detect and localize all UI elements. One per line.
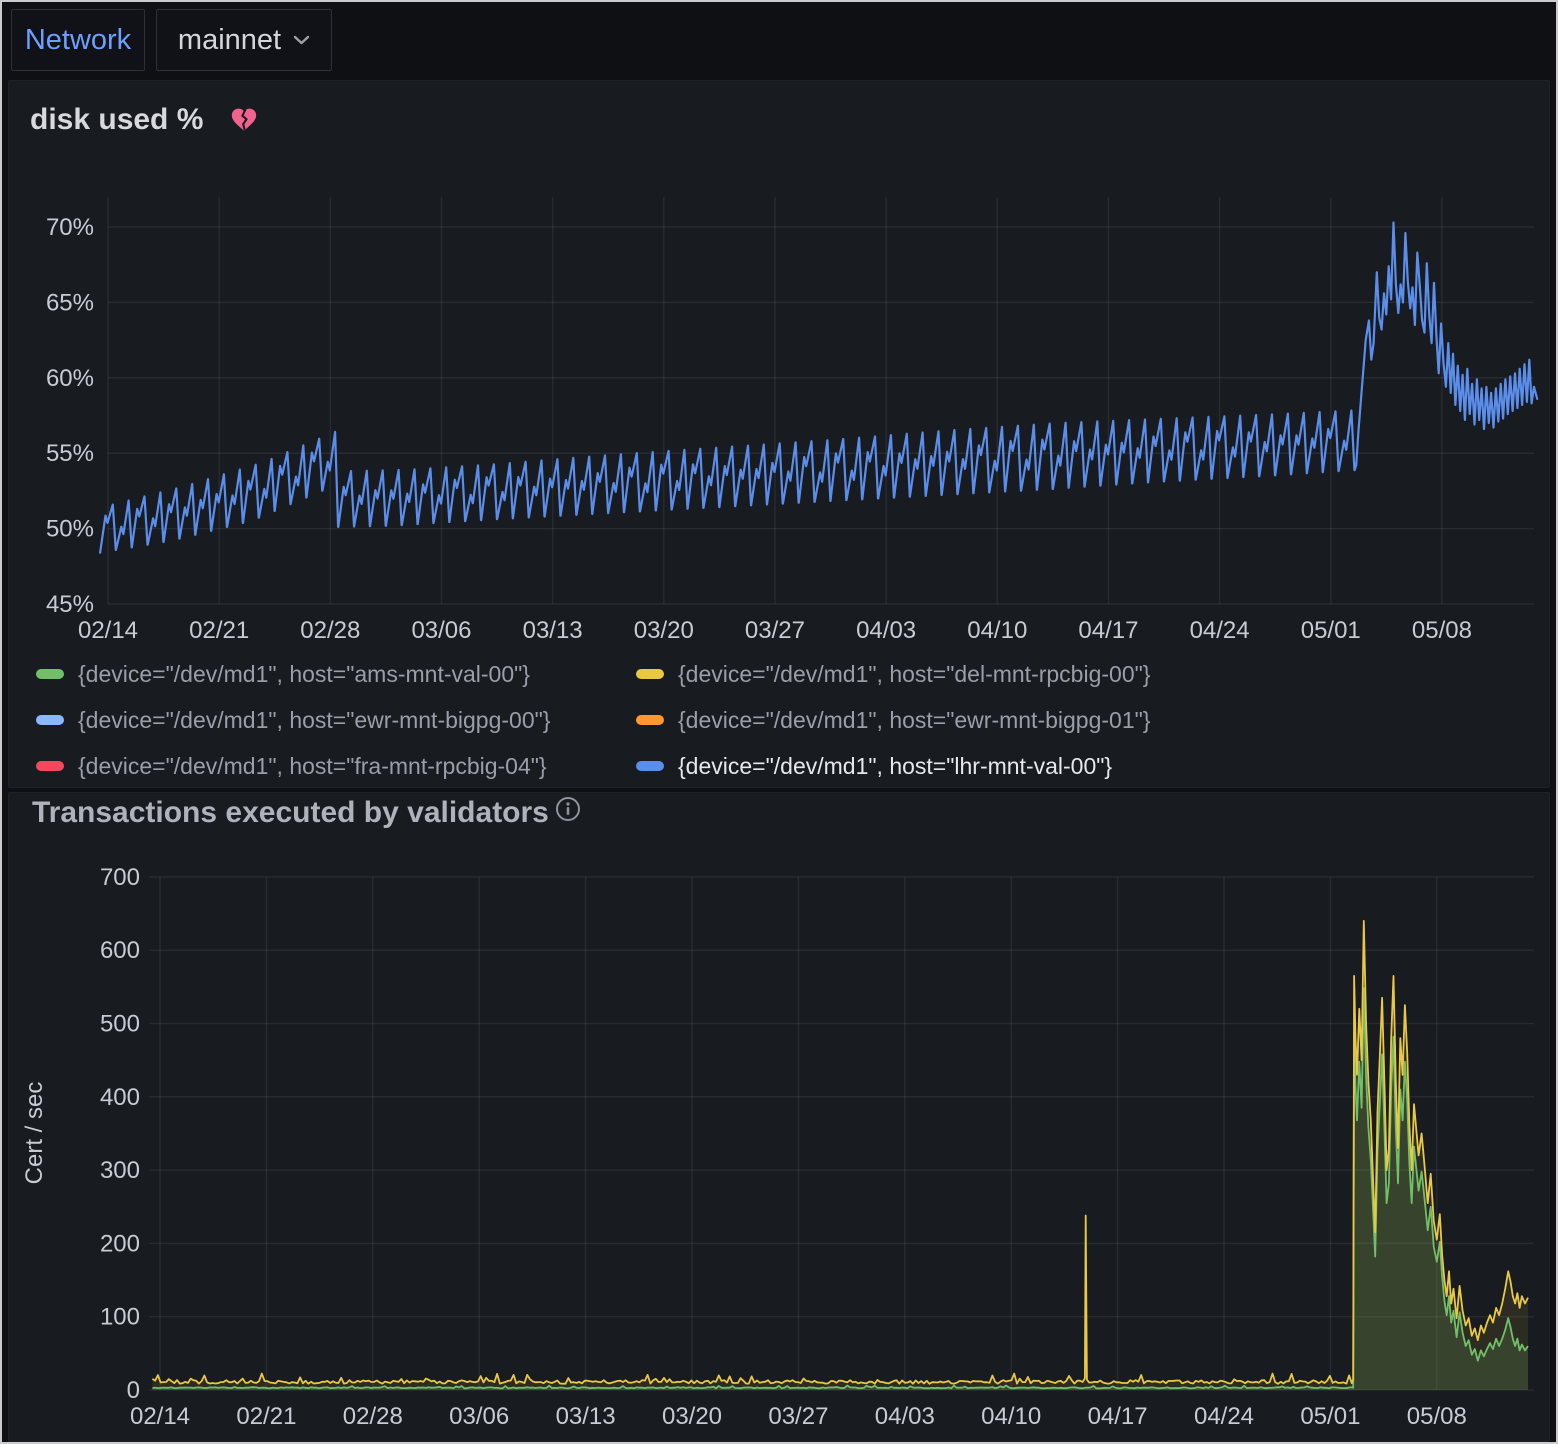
series-yellow	[152, 921, 1528, 1384]
network-variable-select[interactable]: mainnet	[156, 9, 332, 71]
network-variable-label: Network	[25, 24, 131, 57]
svg-text:400: 400	[100, 1084, 140, 1111]
svg-text:03/27: 03/27	[745, 617, 805, 644]
transactions-chart[interactable]: 0 100 200 300 400 500 600 700 02/14 02/21 02/28 03/…	[2, 837, 1558, 1443]
svg-text:04/10: 04/10	[981, 1403, 1041, 1430]
svg-text:60%: 60%	[46, 365, 94, 392]
svg-text:45%: 45%	[46, 591, 94, 618]
panel-transactions: Transactions executed by validators 0 100…	[8, 792, 1550, 1442]
svg-text:02/14: 02/14	[78, 617, 138, 644]
panel-transactions-title[interactable]: Transactions executed by validators	[32, 796, 549, 830]
legend-swatch	[36, 669, 64, 679]
legend-label: {device="/dev/md1", host="fra-mnt-rpcbig…	[78, 753, 547, 780]
svg-text:50%: 50%	[46, 516, 94, 543]
info-icon[interactable]	[555, 796, 581, 822]
legend-swatch	[636, 715, 664, 725]
svg-text:05/01: 05/01	[1301, 617, 1361, 644]
legend-label: {device="/dev/md1", host="del-mnt-rpcbig…	[678, 661, 1150, 688]
legend-label: {device="/dev/md1", host="ewr-mnt-bigpg-…	[678, 707, 1150, 734]
chevron-down-icon	[293, 35, 310, 45]
svg-text:200: 200	[100, 1230, 140, 1257]
legend-item-ams-mnt-val-00[interactable]: {device="/dev/md1", host="ams-mnt-val-00…	[36, 661, 636, 688]
svg-text:02/21: 02/21	[236, 1403, 296, 1430]
legend-swatch	[636, 669, 664, 679]
grid	[108, 197, 1534, 604]
axis-labels: 0 100 200 300 400 500 600 700 02/14 02/21 02/28 03/…	[21, 864, 1467, 1430]
svg-text:600: 600	[100, 937, 140, 964]
svg-text:04/10: 04/10	[967, 617, 1027, 644]
legend-swatch	[36, 715, 64, 725]
svg-text:03/13: 03/13	[556, 1403, 616, 1430]
legend-item-fra-mnt-rpcbig-04[interactable]: {device="/dev/md1", host="fra-mnt-rpcbig…	[36, 753, 636, 780]
axis-labels: 45% 50% 55% 60% 65% 70% 02/14 02/21 02/28 03/06 03…	[46, 214, 1472, 644]
svg-text:04/24: 04/24	[1190, 617, 1250, 644]
legend-swatch	[36, 761, 64, 771]
svg-text:02/28: 02/28	[343, 1403, 403, 1430]
svg-text:300: 300	[100, 1157, 140, 1184]
disk-used-legend: {device="/dev/md1", host="ams-mnt-val-00…	[36, 651, 1150, 789]
svg-text:65%: 65%	[46, 289, 94, 316]
svg-text:02/21: 02/21	[189, 617, 249, 644]
svg-text:0: 0	[127, 1377, 140, 1404]
grid	[149, 877, 1534, 1390]
svg-text:04/17: 04/17	[1088, 1403, 1148, 1430]
legend-label: {device="/dev/md1", host="ams-mnt-val-00…	[78, 661, 530, 688]
legend-label: {device="/dev/md1", host="ewr-mnt-bigpg-…	[78, 707, 550, 734]
svg-text:04/24: 04/24	[1194, 1403, 1254, 1430]
svg-text:02/28: 02/28	[300, 617, 360, 644]
series-green	[152, 988, 1528, 1388]
svg-text:03/20: 03/20	[662, 1403, 722, 1430]
svg-text:03/27: 03/27	[768, 1403, 828, 1430]
svg-text:03/06: 03/06	[411, 617, 471, 644]
grafana-dashboard: Network mainnet disk used % 45%50%55%60%…	[0, 0, 1558, 1444]
legend-swatch	[636, 761, 664, 771]
svg-text:03/06: 03/06	[449, 1403, 509, 1430]
legend-label: {device="/dev/md1", host="lhr-mnt-val-00…	[678, 753, 1112, 780]
svg-text:03/13: 03/13	[523, 617, 583, 644]
svg-text:05/08: 05/08	[1412, 617, 1472, 644]
legend-item-ewr-mnt-bigpg-01[interactable]: {device="/dev/md1", host="ewr-mnt-bigpg-…	[636, 707, 1150, 734]
svg-text:05/01: 05/01	[1300, 1403, 1360, 1430]
svg-text:04/03: 04/03	[875, 1403, 935, 1430]
svg-text:03/20: 03/20	[634, 617, 694, 644]
legend-item-del-mnt-rpcbig-00[interactable]: {device="/dev/md1", host="del-mnt-rpcbig…	[636, 661, 1150, 688]
svg-text:70%: 70%	[46, 214, 94, 241]
svg-text:04/17: 04/17	[1078, 617, 1138, 644]
svg-text:100: 100	[100, 1304, 140, 1331]
series-fill-1	[152, 988, 1528, 1390]
panel-disk-used: disk used % 45%50%55%60%65%70%02/1402/21…	[8, 80, 1550, 788]
svg-text:55%: 55%	[46, 440, 94, 467]
svg-text:700: 700	[100, 864, 140, 891]
svg-text:02/14: 02/14	[130, 1403, 190, 1430]
y-axis-title: Cert / sec	[21, 1082, 48, 1185]
disk-used-chart[interactable]: 45% 50% 55% 60% 65% 70% 02/14 02/21 02/28 03/06 03…	[2, 80, 1558, 655]
legend-item-ewr-mnt-bigpg-00[interactable]: {device="/dev/md1", host="ewr-mnt-bigpg-…	[36, 707, 636, 734]
legend-item-lhr-mnt-val-00[interactable]: {device="/dev/md1", host="lhr-mnt-val-00…	[636, 753, 1150, 780]
svg-text:04/03: 04/03	[856, 617, 916, 644]
svg-text:05/08: 05/08	[1407, 1403, 1467, 1430]
svg-text:500: 500	[100, 1011, 140, 1038]
network-variable-value[interactable]: mainnet	[178, 24, 281, 57]
series-lhr-mnt-val-00	[100, 223, 1537, 553]
network-variable-label-box: Network	[11, 9, 145, 71]
series-fill-0	[152, 921, 1528, 1390]
